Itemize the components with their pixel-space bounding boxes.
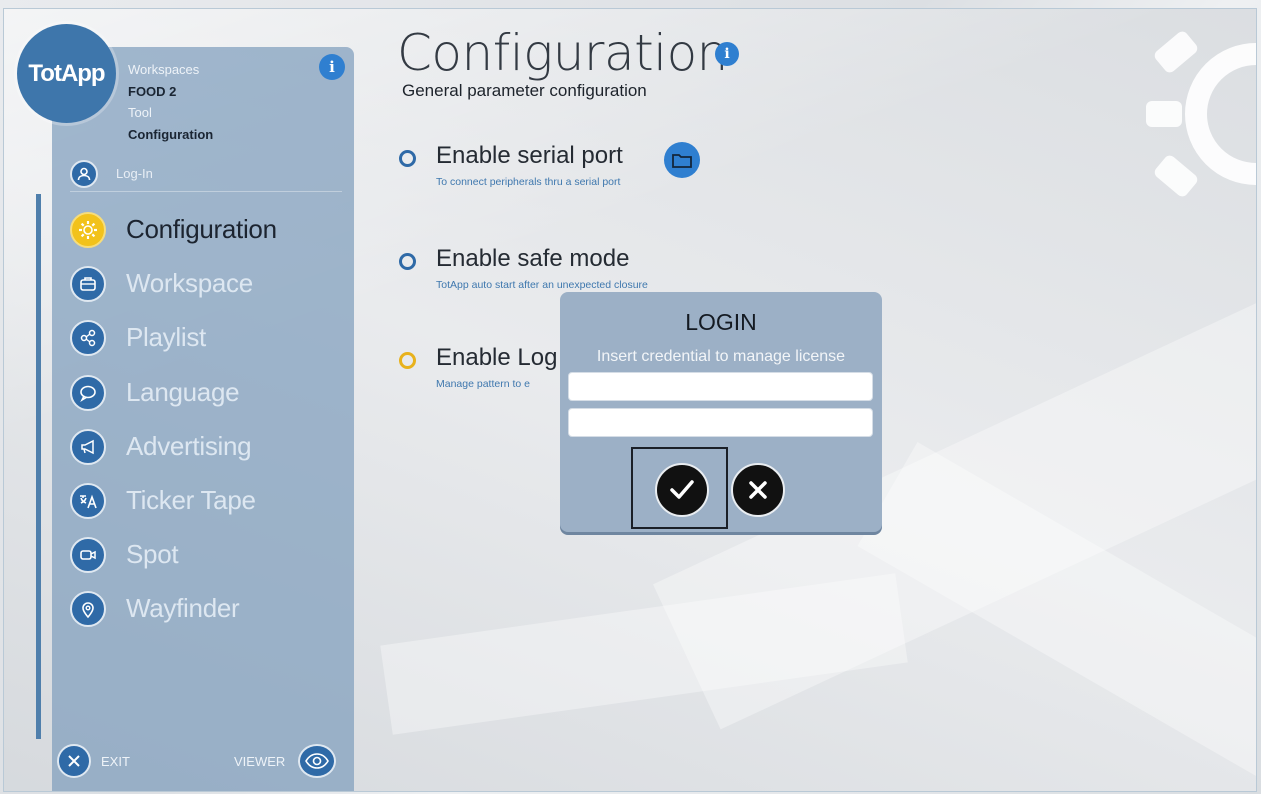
login-dialog: LOGIN Insert credential to manage licens… [560, 292, 882, 532]
nav-label: Advertising [126, 431, 252, 461]
option-title: Enable serial port [436, 142, 623, 169]
nav-item-ticker-tape[interactable]: Ticker Tape [70, 477, 342, 525]
option-safe-mode: Enable safe mode TotApp auto start after… [399, 245, 839, 293]
confirm-button[interactable] [655, 463, 709, 517]
sidebar-scrollbar[interactable] [36, 194, 41, 739]
user-icon [70, 160, 98, 188]
nav-item-spot[interactable]: Spot [70, 531, 342, 579]
option-description: TotApp auto start after an unexpected cl… [436, 279, 648, 291]
exit-button[interactable]: EXIT [57, 744, 157, 778]
serial-port-radio[interactable] [399, 150, 416, 167]
nav-item-configuration[interactable]: Configuration [70, 206, 342, 254]
app-window: TotApp Workspaces FOOD 2 Tool Configurat… [3, 8, 1257, 792]
map-pin-icon [70, 591, 106, 627]
nav-label: Language [126, 377, 240, 407]
close-icon [57, 744, 91, 778]
tool-name: Configuration [128, 127, 214, 142]
nav-label: Spot [126, 539, 179, 569]
nav-label: Configuration [126, 214, 277, 244]
dialog-title: LOGIN [685, 309, 757, 335]
login-label: Log-In [116, 166, 153, 181]
nav-label: Playlist [126, 322, 206, 352]
option-title: Enable safe mode [436, 245, 630, 272]
checkmark-icon [670, 480, 694, 499]
nav-label: Workspace [126, 268, 253, 298]
video-camera-icon [70, 537, 106, 573]
gear-watermark-icon [1146, 31, 1256, 197]
speech-bubble-icon [70, 375, 106, 411]
option-description: To connect peripherals thru a serial por… [436, 176, 621, 188]
password-input[interactable] [568, 408, 873, 437]
briefcase-icon [70, 266, 106, 302]
megaphone-icon [70, 429, 106, 465]
nav-item-advertising[interactable]: Advertising [70, 423, 342, 471]
username-input[interactable] [568, 372, 873, 401]
info-icon: i [724, 46, 730, 62]
app-logo: TotApp [17, 24, 116, 123]
option-serial-port: Enable serial port To connect peripheral… [399, 142, 839, 190]
option-title: Enable Log [436, 344, 558, 371]
page-title: Configuration [397, 24, 728, 82]
gear-icon [70, 212, 106, 248]
viewer-label: VIEWER [234, 754, 286, 769]
option-description: Manage pattern to e [436, 378, 530, 390]
nav-item-wayfinder[interactable]: Wayfinder [70, 585, 342, 633]
dialog-subtitle: Insert credential to manage license [596, 348, 846, 365]
share-icon [70, 320, 106, 356]
safe-mode-radio[interactable] [399, 253, 416, 270]
nav-item-playlist[interactable]: Playlist [70, 314, 342, 362]
cancel-button[interactable] [731, 463, 785, 517]
workspace-name: FOOD 2 [128, 84, 177, 99]
close-icon [749, 481, 767, 499]
info-button[interactable]: i [319, 54, 345, 80]
background-facet [380, 573, 908, 735]
viewer-button[interactable]: VIEWER [232, 744, 342, 778]
nav-item-language[interactable]: Language [70, 369, 342, 417]
translate-icon [70, 483, 106, 519]
title-info-button[interactable]: i [715, 42, 739, 66]
workspaces-label: Workspaces [128, 62, 200, 77]
nav-label: Wayfinder [126, 593, 240, 623]
page-subtitle: General parameter configuration [402, 81, 647, 100]
login-link[interactable]: Log-In [70, 157, 342, 192]
tool-label: Tool [128, 105, 152, 120]
info-icon: i [329, 58, 335, 76]
nav-label: Ticker Tape [126, 485, 256, 515]
folder-icon [672, 154, 692, 168]
eye-icon [298, 744, 336, 778]
exit-label: EXIT [101, 754, 130, 769]
nav-item-workspace[interactable]: Workspace [70, 260, 342, 308]
log-radio[interactable] [399, 352, 416, 369]
folder-button[interactable] [664, 142, 700, 178]
logo-text: TotApp [28, 59, 105, 87]
